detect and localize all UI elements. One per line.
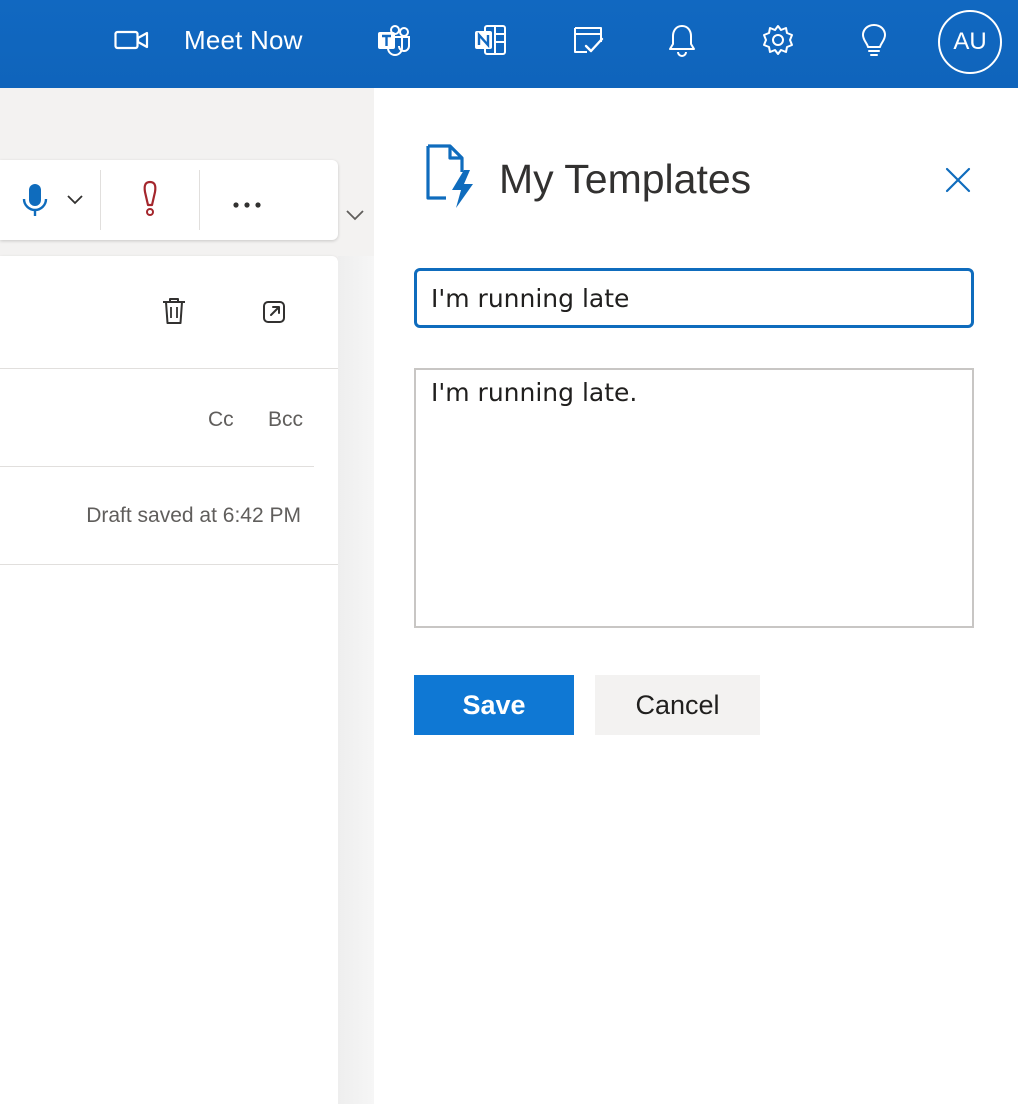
compose-card: Cc Bcc Draft saved at 6:42 PM (0, 256, 338, 1104)
pane-shadow (338, 256, 374, 1104)
template-body-input[interactable]: I'm running late. (414, 368, 974, 628)
ribbon-collapse-chevron-icon[interactable] (344, 208, 366, 227)
compose-area: Cc Bcc Draft saved at 6:42 PM (0, 88, 374, 1104)
onenote-icon[interactable] (470, 0, 510, 80)
compose-ribbon (0, 160, 338, 240)
close-button[interactable] (942, 164, 974, 196)
bell-icon[interactable] (662, 0, 702, 80)
templates-pane: My Templates I'm running late. Save Canc… (374, 88, 1018, 1104)
bcc-button[interactable]: Bcc (268, 408, 303, 432)
template-title-input[interactable] (414, 268, 974, 328)
ribbon-separator (100, 170, 101, 230)
avatar[interactable]: AU (938, 10, 1002, 74)
close-icon (945, 167, 971, 193)
gear-icon[interactable] (758, 0, 798, 80)
teams-icon[interactable] (374, 0, 414, 80)
meet-now-button[interactable]: Meet Now (184, 0, 324, 80)
microphone-icon[interactable] (20, 182, 50, 223)
avatar-initials: AU (953, 28, 987, 55)
save-button[interactable]: Save (414, 675, 574, 735)
divider (0, 564, 338, 565)
templates-icon (424, 142, 480, 215)
video-camera-icon[interactable] (112, 0, 152, 80)
divider (0, 466, 314, 467)
more-icon[interactable] (232, 196, 262, 214)
top-bar: Meet Now AU (0, 0, 1018, 88)
todo-icon[interactable] (568, 0, 608, 80)
chevron-down-icon[interactable] (66, 192, 84, 210)
divider (0, 368, 338, 369)
meet-now-label: Meet Now (184, 24, 303, 55)
lightbulb-icon[interactable] (854, 0, 894, 80)
cancel-button[interactable]: Cancel (595, 675, 760, 735)
trash-icon[interactable] (160, 296, 188, 331)
popout-icon[interactable] (260, 298, 288, 331)
importance-icon[interactable] (138, 180, 162, 223)
page-title: My Templates (499, 156, 752, 202)
cc-button[interactable]: Cc (208, 408, 234, 432)
ribbon-separator (199, 170, 200, 230)
draft-status: Draft saved at 6:42 PM (86, 504, 301, 527)
